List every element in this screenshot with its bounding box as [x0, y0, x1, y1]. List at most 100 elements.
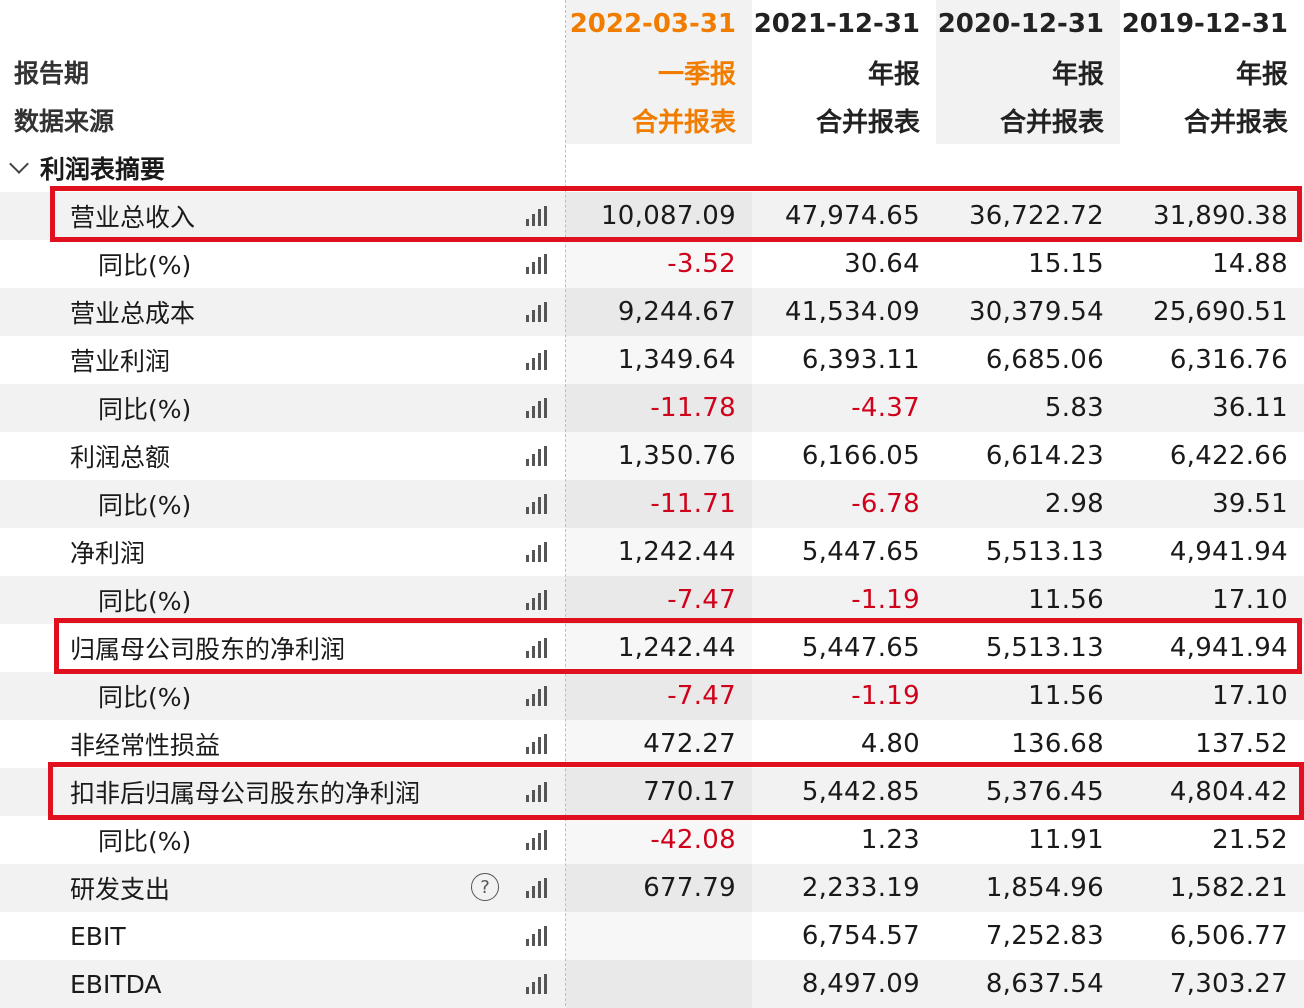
row-label-cell: 非经常性损益 [0, 720, 566, 768]
value-cell: 9,244.67 [566, 288, 752, 336]
row-label-cell: 同比(%) [0, 816, 566, 864]
table-row[interactable]: 同比(%) -7.47 -1.19 11.56 17.10 [0, 576, 1304, 624]
value-cell: 1,349.64 [566, 336, 752, 384]
value-cell: 7,252.83 [985, 921, 1104, 951]
bar-chart-icon[interactable] [526, 878, 550, 898]
bar-chart-icon[interactable] [526, 926, 550, 946]
value-cell: 4,941.94 [1169, 633, 1288, 663]
value-cell: 5,442.85 [801, 777, 920, 807]
value-cell: 4,804.42 [1169, 777, 1288, 807]
row-label: EBITDA [70, 969, 162, 999]
table-row[interactable]: 同比(%) -11.71 -6.78 2.98 39.51 [0, 480, 1304, 528]
header-corner [0, 0, 566, 48]
row-label: 营业总成本 [70, 299, 196, 328]
row-label: 研发支出 [70, 875, 171, 904]
value-cell: 30.64 [844, 249, 920, 279]
value-cell: -3.52 [566, 240, 752, 288]
value-cell: -42.08 [566, 816, 752, 864]
header-source: 合并报表 [815, 107, 920, 138]
table-row[interactable]: 同比(%) -42.08 1.23 11.91 21.52 [0, 816, 1304, 864]
table-row[interactable]: 研发支出? 677.79 2,233.19 1,854.96 1,582.21 [0, 864, 1304, 912]
value-cell: 6,316.76 [1169, 345, 1288, 375]
header-date[interactable]: 2020-12-31 [936, 0, 1120, 48]
value-cell: 14.88 [1212, 249, 1288, 279]
bar-chart-icon[interactable] [526, 398, 550, 418]
value-cell: 11.56 [1028, 585, 1104, 615]
row-label-cell: 归属母公司股东的净利润 [0, 624, 566, 672]
value-cell: 5,513.13 [985, 537, 1104, 567]
bar-chart-icon[interactable] [526, 254, 550, 274]
value-cell: 6,685.06 [985, 345, 1104, 375]
chevron-down-icon[interactable] [9, 154, 29, 174]
report-period-label: 报告期 [14, 59, 90, 88]
row-label-cell: 营业总收入 [0, 192, 566, 240]
bar-chart-icon[interactable] [526, 350, 550, 370]
value-cell: 41,534.09 [784, 297, 920, 327]
table-row[interactable]: 营业利润 1,349.64 6,393.11 6,685.06 6,316.76 [0, 336, 1304, 384]
header-date[interactable]: 2022-03-31 [566, 0, 752, 48]
row-label: 归属母公司股东的净利润 [70, 635, 346, 664]
row-label-cell: 利润总额 [0, 432, 566, 480]
bar-chart-icon[interactable] [526, 590, 550, 610]
header-date[interactable]: 2021-12-31 [752, 0, 936, 48]
row-label-cell: 同比(%) [0, 672, 566, 720]
section-header[interactable]: 利润表摘要 [0, 144, 1304, 192]
header-date[interactable]: 2019-12-31 [1120, 0, 1304, 48]
value-cell: 17.10 [1212, 681, 1288, 711]
row-label: 扣非后归属母公司股东的净利润 [70, 779, 421, 808]
row-label-cell: EBIT [0, 912, 566, 960]
table-row[interactable]: 同比(%) -11.78 -4.37 5.83 36.11 [0, 384, 1304, 432]
row-label: 同比(%) [98, 827, 192, 856]
value-cell: -6.78 [851, 489, 920, 519]
value-cell: 5,447.65 [801, 633, 920, 663]
row-label-cell: EBITDA [0, 960, 566, 1008]
table-row[interactable]: 同比(%) -7.47 -1.19 11.56 17.10 [0, 672, 1304, 720]
value-cell: 1.23 [860, 825, 920, 855]
value-cell: 8,497.09 [801, 969, 920, 999]
table-row[interactable]: EBITDA 8,497.09 8,637.54 7,303.27 [0, 960, 1304, 1008]
table-row[interactable]: 净利润 1,242.44 5,447.65 5,513.13 4,941.94 [0, 528, 1304, 576]
table-row[interactable]: 营业总成本 9,244.67 41,534.09 30,379.54 25,690.51 [0, 288, 1304, 336]
table-row[interactable]: 非经常性损益 472.27 4.80 136.68 137.52 [0, 720, 1304, 768]
table-row[interactable]: 归属母公司股东的净利润 1,242.44 5,447.65 5,513.13 4,941… [0, 624, 1304, 672]
bar-chart-icon[interactable] [526, 542, 550, 562]
bar-chart-icon[interactable] [526, 446, 550, 466]
value-cell: 7,303.27 [1169, 969, 1288, 999]
row-label: 利润总额 [70, 443, 171, 472]
bar-chart-icon[interactable] [526, 206, 550, 226]
bar-chart-icon[interactable] [526, 638, 550, 658]
value-cell: 5,376.45 [985, 777, 1104, 807]
bar-chart-icon[interactable] [526, 974, 550, 994]
value-cell: 47,974.65 [784, 201, 920, 231]
help-icon[interactable]: ? [471, 873, 499, 901]
value-cell: 6,506.77 [1169, 921, 1288, 951]
bar-chart-icon[interactable] [526, 830, 550, 850]
value-cell: 6,754.57 [801, 921, 920, 951]
row-label-cell: 同比(%) [0, 384, 566, 432]
row-label: 同比(%) [98, 251, 192, 280]
value-cell: 137.52 [1195, 729, 1288, 759]
frozen-column-divider [565, 0, 566, 1006]
header-source: 合并报表 [936, 96, 1120, 144]
table-row[interactable]: 利润总额 1,350.76 6,166.05 6,614.23 6,422.66 [0, 432, 1304, 480]
row-label: EBIT [70, 921, 126, 951]
financial-table: 2022-03-31 2021-12-31 2020-12-31 2019-12… [0, 0, 1304, 1008]
table-row[interactable]: 同比(%) -3.52 30.64 15.15 14.88 [0, 240, 1304, 288]
row-label-cell: 净利润 [0, 528, 566, 576]
table-row[interactable]: EBIT 6,754.57 7,252.83 6,506.77 [0, 912, 1304, 960]
bar-chart-icon[interactable] [526, 734, 550, 754]
table-row[interactable]: 营业总收入 10,087.09 47,974.65 36,722.72 31,890.3… [0, 192, 1304, 240]
table-row[interactable]: 扣非后归属母公司股东的净利润 770.17 5,442.85 5,376.45 4,80… [0, 768, 1304, 816]
value-cell: 5.83 [1044, 393, 1104, 423]
value-cell: 31,890.38 [1152, 201, 1288, 231]
value-cell: 4,941.94 [1169, 537, 1288, 567]
header-period-row: 报告期 一季报 年报 年报 年报 [0, 48, 1304, 96]
header-source: 合并报表 [1183, 107, 1288, 138]
value-cell: 30,379.54 [968, 297, 1104, 327]
bar-chart-icon[interactable] [526, 782, 550, 802]
bar-chart-icon[interactable] [526, 494, 550, 514]
bar-chart-icon[interactable] [526, 686, 550, 706]
bar-chart-icon[interactable] [526, 302, 550, 322]
row-label-cell: 扣非后归属母公司股东的净利润 [0, 768, 566, 816]
value-cell: 2,233.19 [801, 873, 920, 903]
